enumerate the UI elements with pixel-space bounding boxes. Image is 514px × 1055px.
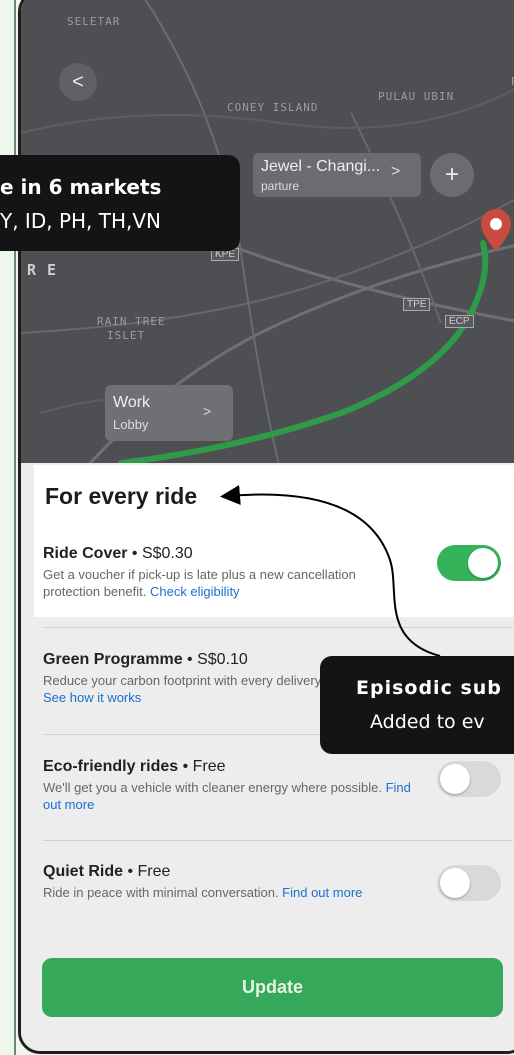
option-desc-quiet-ride: Ride in peace with minimal conversation.… bbox=[43, 885, 363, 900]
destination-chip[interactable]: Jewel - Changi... parture > bbox=[253, 153, 421, 197]
destination-title: Jewel - Changi... bbox=[261, 158, 381, 175]
markets-callout: e in 6 markets Y, ID, PH, TH,VN bbox=[0, 155, 240, 251]
episodic-callout-line1: Episodic sub bbox=[356, 677, 502, 699]
section-title: For every ride bbox=[45, 483, 198, 509]
plus-icon: + bbox=[444, 161, 459, 188]
work-subtitle: Lobby bbox=[113, 417, 149, 432]
option-desc-green-programme: Reduce your carbon footprint with every … bbox=[43, 673, 324, 705]
option-title-eco-friendly: Eco-friendly rides • Free bbox=[43, 758, 226, 775]
check-eligibility-link[interactable]: Check eligibility bbox=[150, 584, 240, 599]
chevron-right-icon: > bbox=[391, 163, 401, 180]
episodic-callout: Episodic sub Added to ev bbox=[320, 656, 514, 754]
work-title: Work bbox=[113, 394, 151, 411]
map-label-seletar: SELETAR bbox=[67, 15, 121, 28]
markets-callout-line1: e in 6 markets bbox=[0, 175, 162, 199]
option-desc-ride-cover: Get a voucher if pick-up is late plus a … bbox=[43, 567, 356, 599]
toggle-knob bbox=[468, 548, 498, 578]
option-title-ride-cover: Ride Cover • S$0.30 bbox=[43, 545, 193, 562]
add-stop-button[interactable]: + bbox=[430, 153, 474, 197]
divider bbox=[43, 840, 513, 841]
episodic-callout-line2: Added to ev bbox=[370, 711, 485, 733]
toggle-knob bbox=[440, 868, 470, 898]
toggle-knob bbox=[440, 764, 470, 794]
map-label-re: R E bbox=[27, 261, 58, 279]
road-tag-ecp: ECP bbox=[445, 315, 474, 328]
option-desc-eco-friendly: We'll get you a vehicle with cleaner ene… bbox=[43, 780, 411, 812]
quiet-ride-toggle[interactable] bbox=[437, 865, 501, 901]
destination-subtitle: parture bbox=[261, 179, 300, 193]
map-label-islet: ISLET bbox=[107, 329, 146, 342]
chevron-left-icon: < bbox=[72, 70, 84, 93]
see-how-it-works-link[interactable]: See how it works bbox=[43, 690, 141, 705]
map-label-rain-tree: RAIN TREE bbox=[97, 315, 166, 328]
option-title-green-programme: Green Programme • S$0.10 bbox=[43, 651, 248, 668]
update-button[interactable]: Update bbox=[42, 958, 503, 1017]
road-tag-tpe: TPE bbox=[403, 298, 431, 311]
eco-friendly-toggle[interactable] bbox=[437, 761, 501, 797]
chevron-right-icon: > bbox=[203, 403, 212, 419]
map-label-coney-island: CONEY ISLAND bbox=[227, 101, 319, 114]
option-title-quiet-ride: Quiet Ride • Free bbox=[43, 863, 171, 880]
work-location-chip[interactable]: Work Lobby > bbox=[105, 385, 233, 441]
find-out-more-link[interactable]: Find out more bbox=[282, 885, 362, 900]
ride-cover-toggle[interactable] bbox=[437, 545, 501, 581]
back-button[interactable]: < bbox=[59, 63, 97, 101]
markets-callout-line2: Y, ID, PH, TH,VN bbox=[0, 209, 162, 233]
divider bbox=[43, 627, 513, 628]
map-label-pulau-ubin: PULAU UBIN bbox=[378, 90, 455, 103]
